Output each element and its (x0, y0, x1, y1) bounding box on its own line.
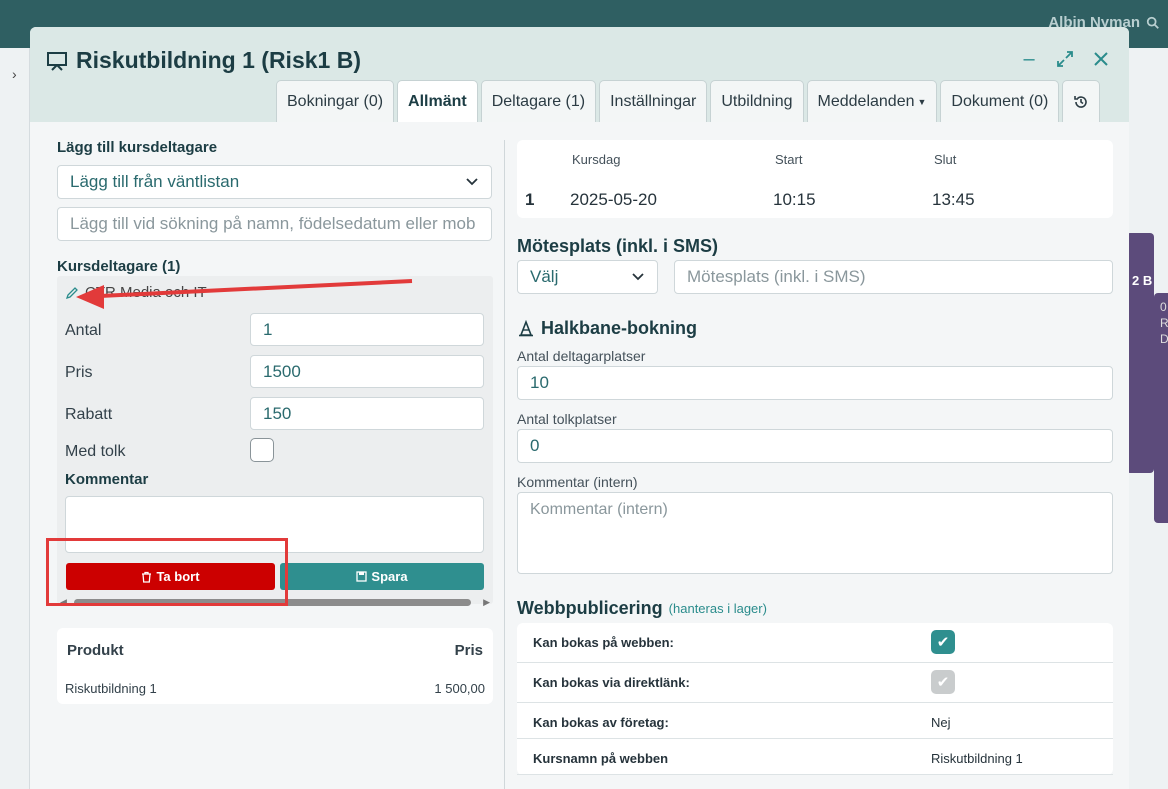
scroll-right-icon[interactable]: ▶ (483, 597, 490, 608)
add-participant-heading: Lägg till kursdeltagare (57, 139, 218, 156)
chevron-down-icon (466, 178, 478, 186)
pris-input[interactable]: 1500 (250, 355, 484, 388)
chevron-down-icon (632, 273, 644, 281)
meeting-select[interactable]: Välj (517, 260, 658, 294)
meeting-heading: Mötesplats (inkl. i SMS) (517, 236, 719, 256)
schedule-row-index: 1 (525, 190, 535, 209)
floppy-icon (356, 571, 368, 582)
product-cell: Riskutbildning 1 (65, 681, 157, 696)
web-publishing-heading: Webbpublicering (hanteras i lager) (517, 598, 767, 619)
presentation-icon (47, 51, 67, 71)
calendar-event[interactable]: 2 B (1126, 233, 1154, 473)
slut-header: Slut (934, 152, 957, 167)
web-heading-text: Webbpublicering (517, 598, 663, 618)
halkbane-heading: Halkbane-bokning (517, 318, 697, 339)
tab-dokument[interactable]: Dokument (0) (940, 80, 1060, 122)
participant-name-row[interactable]: CTR Media och IT (65, 284, 207, 301)
schedule-row-day: 2025-05-20 (570, 190, 657, 209)
web-row: Kursnamn på webben Riskutbildning 1 (517, 739, 1113, 775)
kursdag-header: Kursdag (572, 152, 621, 167)
waitlist-select-value: Lägg till från väntlistan (70, 172, 240, 191)
annotation-highlight-box (46, 538, 288, 606)
course-modal: Riskutbildning 1 (Risk1 B) – Bokningar (… (30, 27, 1129, 789)
calendar-event-label: 2 B (1132, 273, 1153, 288)
participant-name: CTR Media och IT (85, 284, 207, 301)
interpreter-spots-input[interactable]: 0 (517, 429, 1113, 463)
schedule-table: Kursdag Start Slut 1 2025-05-20 10:15 13… (517, 140, 1113, 218)
modal-title: Riskutbildning 1 (Risk1 B) (46, 47, 361, 74)
search-icon[interactable] (1146, 16, 1160, 30)
modal-title-text: Riskutbildning 1 (Risk1 B) (76, 47, 361, 73)
product-table: Produkt Pris Riskutbildning 1 1 500,00 (57, 628, 493, 704)
save-button-label: Spara (371, 569, 408, 584)
price-column-header: Pris (454, 642, 483, 659)
calendar-event-label: 0 R D (1160, 300, 1168, 346)
web-row-value: Nej (931, 715, 951, 730)
history-icon (1074, 95, 1088, 108)
minimize-icon[interactable]: – (1019, 48, 1039, 70)
tab-utbildning[interactable]: Utbildning (710, 80, 804, 122)
modal-body: Lägg till kursdeltagare Lägg till från v… (30, 122, 1129, 789)
web-booking-checkbox[interactable]: ✔ (931, 630, 955, 654)
close-icon[interactable] (1091, 49, 1111, 69)
tolk-label: Med tolk (65, 443, 126, 460)
schedule-row-end: 13:45 (932, 190, 975, 209)
tab-allmant[interactable]: Allmänt (397, 80, 478, 122)
save-button[interactable]: Spara (280, 563, 484, 590)
web-row: Kan bokas på webben: ✔ (517, 623, 1113, 663)
tab-meddelanden[interactable]: Meddelanden ▼ (806, 80, 938, 122)
halkbane-heading-text: Halkbane-bokning (541, 318, 698, 338)
internal-comment-textarea[interactable]: Kommentar (intern) (517, 492, 1113, 574)
tab-bokningar[interactable]: Bokningar (0) (276, 80, 395, 122)
window-controls: – (1019, 48, 1111, 70)
web-row-value: Riskutbildning 1 (931, 751, 1023, 766)
web-row: Kan bokas av företag: Nej (517, 703, 1113, 739)
caret-down-icon: ▼ (917, 96, 927, 107)
web-heading-sub[interactable]: (hanteras i lager) (669, 601, 767, 616)
expand-icon[interactable] (1055, 49, 1075, 69)
modal-tabs: Bokningar (0) Allmänt Deltagare (1) Inst… (276, 80, 1101, 122)
tolk-checkbox[interactable] (250, 438, 274, 462)
participant-spots-label: Antal deltagarplatser (517, 348, 646, 364)
waitlist-select[interactable]: Lägg till från väntlistan (57, 165, 492, 199)
pencil-icon[interactable] (65, 286, 79, 300)
web-row-label: Kan bokas på webben: (533, 635, 674, 650)
road-cone-icon (519, 319, 533, 336)
product-column-header: Produkt (67, 642, 124, 659)
calendar-event[interactable]: 0 R D (1154, 293, 1168, 523)
tab-meddelanden-label: Meddelanden (817, 92, 915, 110)
antal-input[interactable]: 1 (250, 313, 484, 346)
antal-label: Antal (65, 322, 102, 339)
direct-link-checkbox[interactable]: ✔ (931, 670, 955, 694)
pris-label: Pris (65, 364, 93, 381)
web-row-label: Kursnamn på webben (533, 751, 669, 766)
modal-header: Riskutbildning 1 (Risk1 B) – Bokningar (… (30, 27, 1129, 122)
kommentar-label: Kommentar (65, 471, 149, 488)
tab-installningar[interactable]: Inställningar (599, 80, 708, 122)
column-divider (504, 140, 505, 789)
web-row-label: Kan bokas via direktlänk: (533, 675, 690, 690)
rabatt-label: Rabatt (65, 406, 113, 423)
interpreter-spots-label: Antal tolkplatser (517, 411, 617, 427)
meeting-select-value: Välj (530, 267, 559, 286)
schedule-row-start: 10:15 (773, 190, 816, 209)
participant-spots-input[interactable]: 10 (517, 366, 1113, 400)
participants-heading: Kursdeltagare (1) (57, 258, 181, 275)
internal-comment-label: Kommentar (intern) (517, 474, 638, 490)
price-cell: 1 500,00 (434, 681, 485, 696)
tab-deltagare[interactable]: Deltagare (1) (480, 80, 597, 122)
meeting-place-input[interactable]: Mötesplats (inkl. i SMS) (674, 260, 1113, 294)
web-row: Kan bokas via direktlänk: ✔ (517, 663, 1113, 703)
app-left-panel (0, 48, 30, 789)
web-row-label: Kan bokas av företag: (533, 715, 669, 730)
web-publishing-table: Kan bokas på webben: ✔ Kan bokas via dir… (517, 623, 1113, 775)
start-header: Start (775, 152, 803, 167)
participant-search-input[interactable]: Lägg till vid sökning på namn, födelseda… (57, 207, 492, 241)
tab-history[interactable] (1062, 80, 1101, 122)
rabatt-input[interactable]: 150 (250, 397, 484, 430)
chevron-right-icon[interactable]: › (12, 66, 17, 82)
